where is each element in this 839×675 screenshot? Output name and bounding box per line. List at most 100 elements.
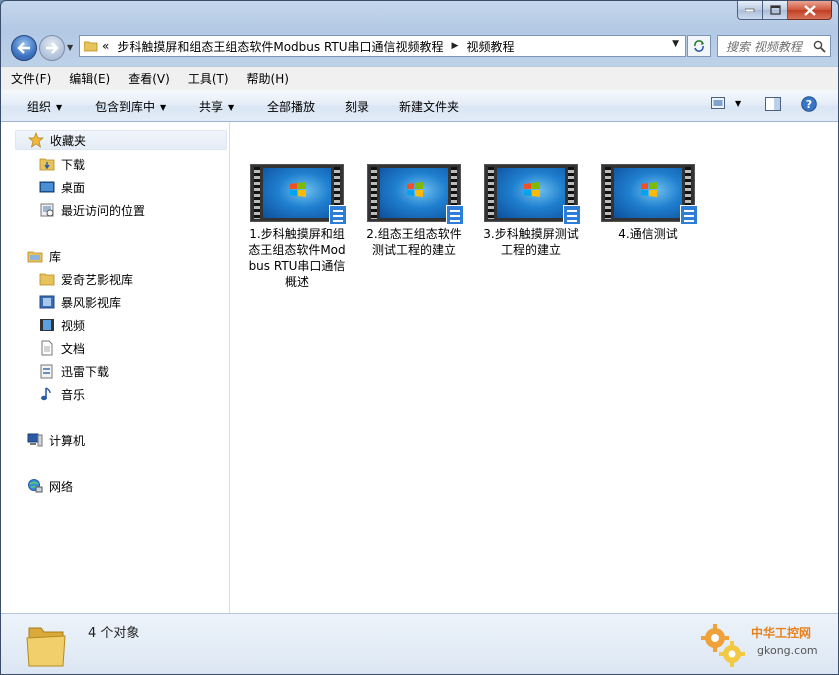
- sidebar-favorites[interactable]: 收藏夹: [15, 130, 227, 150]
- address-row: ▼ « 步科触摸屏和组态王组态软件Modbus RTU串口通信视频教程 ▶ 视频…: [1, 29, 838, 63]
- file-item[interactable]: 3.步科触摸屏测试工程的建立: [478, 164, 584, 258]
- recent-pages-dropdown[interactable]: ▼: [67, 43, 73, 52]
- sidebar-item-documents[interactable]: 文档: [39, 338, 85, 358]
- sidebar-item-videos[interactable]: 视频: [39, 315, 85, 335]
- address-bar[interactable]: « 步科触摸屏和组态王组态软件Modbus RTU串口通信视频教程 ▶ 视频教程…: [79, 35, 686, 57]
- file-list: 1.步科触摸屏和组态王组态软件Modbus RTU串口通信概述 2.组态王组态软…: [230, 122, 838, 613]
- organize-button[interactable]: 组织 ▼: [27, 98, 62, 115]
- minimize-icon: [745, 8, 755, 12]
- video-file-badge-icon: [446, 205, 464, 225]
- refresh-button[interactable]: [687, 35, 711, 57]
- maximize-icon: [769, 5, 781, 15]
- change-view-button[interactable]: [711, 97, 725, 112]
- menu-view[interactable]: 查看(V): [120, 70, 178, 87]
- document-icon: [39, 340, 55, 356]
- recent-places-icon: [39, 202, 55, 218]
- video-library-icon: [39, 294, 55, 310]
- folder-icon: [39, 271, 55, 287]
- caption-buttons: [737, 1, 832, 20]
- windows-logo-icon: [641, 182, 657, 197]
- refresh-icon: [694, 40, 704, 52]
- star-icon: [28, 132, 44, 148]
- download-library-icon: [39, 363, 55, 379]
- command-bar: 组织 ▼ 包含到库中 ▼ 共享 ▼ 全部播放 刻录 新建文件夹 ▼ ?: [1, 90, 838, 122]
- menu-edit[interactable]: 编辑(E): [61, 70, 118, 87]
- play-all-button[interactable]: 全部播放: [267, 98, 315, 115]
- sidebar-item-label: 下载: [61, 157, 86, 172]
- chevron-down-icon: ▼: [160, 103, 167, 112]
- navigation-pane: 收藏夹 下载 桌面 最近访问的位置 库 爱奇艺影视库 暴风影视库 视频 文档 迅…: [1, 122, 230, 613]
- file-name: 1.步科触摸屏和组态王组态软件Modbus RTU串口通信概述: [248, 227, 346, 289]
- windows-logo-icon: [407, 182, 423, 197]
- file-name: 2.组态王组态软件测试工程的建立: [366, 227, 462, 257]
- sidebar-item-music[interactable]: 音乐: [39, 384, 85, 404]
- sidebar-item-recent[interactable]: 最近访问的位置: [39, 200, 145, 220]
- video-thumbnail: [250, 164, 347, 225]
- include-in-library-button[interactable]: 包含到库中 ▼: [95, 98, 166, 115]
- sidebar-item-label: 音乐: [61, 387, 86, 402]
- close-icon: [803, 4, 816, 16]
- video-thumbnail: [484, 164, 581, 225]
- gear-icon: [701, 624, 745, 667]
- breadcrumb-chevron-icon[interactable]: ▶: [452, 41, 459, 51]
- chevron-down-icon: ▼: [228, 103, 235, 112]
- details-pane: 4 个对象 中华工控网 gkong.com: [1, 613, 838, 674]
- menu-tools[interactable]: 工具(T): [180, 70, 237, 87]
- sidebar-item-desktop[interactable]: 桌面: [39, 177, 85, 197]
- sidebar-item-label: 视频: [61, 318, 86, 333]
- explorer-window: ▼ « 步科触摸屏和组态王组态软件Modbus RTU串口通信视频教程 ▶ 视频…: [0, 0, 839, 675]
- watermark-domain: gkong.com: [757, 644, 818, 657]
- video-file-badge-icon: [329, 205, 347, 225]
- sidebar-item-label: 文档: [61, 341, 86, 356]
- menu-help[interactable]: 帮助(H): [239, 70, 297, 87]
- windows-logo-icon: [524, 182, 540, 197]
- watermark-logo: 中华工控网 gkong.com: [699, 622, 834, 668]
- sidebar-item-iqiyi[interactable]: 爱奇艺影视库: [39, 269, 133, 289]
- chevron-down-icon: ▼: [56, 103, 63, 112]
- address-dropdown-icon[interactable]: ▼: [672, 39, 679, 49]
- sidebar-item-xunlei[interactable]: 迅雷下载: [39, 361, 109, 381]
- view-menu-arrow[interactable]: ▼: [735, 99, 741, 108]
- file-item[interactable]: 2.组态王组态软件测试工程的建立: [361, 164, 467, 258]
- sidebar-item-label: 暴风影视库: [61, 295, 122, 310]
- address-overflow[interactable]: «: [102, 39, 109, 53]
- file-item[interactable]: 1.步科触摸屏和组态王组态软件Modbus RTU串口通信概述: [244, 164, 350, 290]
- library-icon: [27, 248, 43, 264]
- include-in-library-label: 包含到库中: [95, 100, 156, 114]
- sidebar-item-downloads[interactable]: 下载: [39, 154, 85, 174]
- sidebar-computer[interactable]: 计算机: [27, 430, 85, 450]
- preview-pane-icon: [765, 97, 781, 111]
- file-name: 4.通信测试: [618, 227, 678, 241]
- back-button[interactable]: [11, 35, 37, 61]
- file-item[interactable]: 4.通信测试: [595, 164, 701, 242]
- minimize-button[interactable]: [737, 1, 763, 20]
- network-icon: [27, 478, 43, 494]
- file-name: 3.步科触摸屏测试工程的建立: [483, 227, 579, 257]
- maximize-button[interactable]: [763, 1, 788, 20]
- watermark-brand: 中华工控网: [751, 626, 812, 640]
- search-icon: [813, 40, 826, 53]
- burn-button[interactable]: 刻录: [345, 98, 369, 115]
- sidebar-item-label: 爱奇艺影视库: [61, 272, 134, 287]
- sidebar-libraries[interactable]: 库: [27, 246, 61, 266]
- search-input[interactable]: 搜索 视频教程: [717, 35, 831, 57]
- close-button[interactable]: [788, 1, 832, 20]
- help-button[interactable]: ?: [801, 96, 817, 115]
- breadcrumb-current[interactable]: 视频教程: [466, 38, 514, 55]
- menu-file[interactable]: 文件(F): [3, 70, 59, 87]
- new-folder-button[interactable]: 新建文件夹: [399, 98, 459, 115]
- folder-icon: [84, 41, 98, 52]
- windows-logo-icon: [290, 182, 306, 197]
- breadcrumb-course[interactable]: 步科触摸屏和组态王组态软件Modbus RTU串口通信视频教程: [117, 38, 443, 55]
- share-button[interactable]: 共享 ▼: [199, 98, 234, 115]
- share-label: 共享: [199, 100, 224, 114]
- forward-button[interactable]: [39, 35, 65, 61]
- preview-pane-button[interactable]: [765, 97, 781, 114]
- sidebar-network-label: 网络: [49, 479, 74, 494]
- sidebar-network[interactable]: 网络: [27, 476, 73, 496]
- video-thumbnail: [601, 164, 698, 225]
- sidebar-item-baofeng[interactable]: 暴风影视库: [39, 292, 121, 312]
- organize-label: 组织: [27, 100, 52, 114]
- desktop-icon: [39, 179, 55, 195]
- search-placeholder: 搜索 视频教程: [726, 39, 802, 54]
